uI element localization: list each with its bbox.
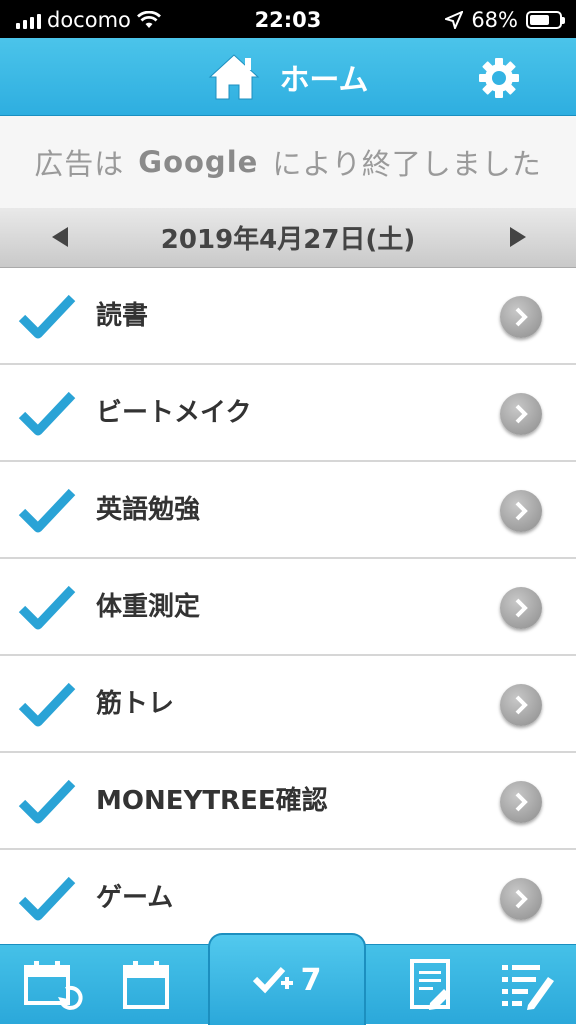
checkmark-icon[interactable] [18, 389, 76, 437]
task-row[interactable]: 体重測定 [0, 559, 576, 656]
task-label: ビートメイク [96, 398, 252, 428]
detail-button[interactable] [500, 878, 542, 920]
task-row[interactable]: 筋トレ [0, 656, 576, 753]
detail-button[interactable] [500, 393, 542, 435]
date-bar: 2019年4月27日(土) [0, 208, 576, 268]
battery-icon [526, 11, 565, 29]
document-edit-icon[interactable] [408, 959, 454, 1011]
chevron-right-icon [515, 404, 528, 424]
task-row[interactable]: MONEYTREE確認 [0, 753, 576, 850]
calendar-repeat-icon[interactable] [22, 959, 86, 1011]
task-row[interactable]: 読書 [0, 268, 576, 365]
task-label: 英語勉強 [96, 495, 201, 525]
task-list: 読書 ビートメイク 英語勉強 体重測定 筋トレ MONEYTREE確認 ゲーム [0, 268, 576, 947]
tab-bar: 7 [0, 933, 576, 1025]
status-bar: docomo 22:03 68% [0, 0, 576, 38]
previous-day-button[interactable] [52, 227, 68, 247]
chevron-right-icon [515, 695, 528, 715]
google-logo: Google [138, 145, 259, 179]
chevron-right-icon [515, 598, 528, 618]
detail-button[interactable] [500, 296, 542, 338]
checkmark-icon[interactable] [18, 583, 76, 631]
ad-suffix: により終了しました [272, 147, 542, 181]
task-label: MONEYTREE確認 [96, 786, 328, 816]
chevron-right-icon [515, 889, 528, 909]
chevron-right-icon [515, 307, 528, 327]
nav-bar: ホーム [0, 38, 576, 116]
checkmark-icon[interactable] [18, 777, 76, 825]
page-title: ホーム [279, 63, 369, 98]
task-row[interactable]: ビートメイク [0, 365, 576, 462]
date-label: 2019年4月27日(土) [160, 225, 416, 255]
checkmark-icon[interactable] [18, 292, 76, 340]
chevron-right-icon [515, 792, 528, 812]
home-icon [209, 54, 260, 100]
detail-button[interactable] [500, 684, 542, 726]
detail-button[interactable] [500, 490, 542, 532]
location-arrow-icon [445, 11, 464, 29]
battery-percent: 68% [471, 8, 518, 32]
gear-icon[interactable] [478, 57, 520, 99]
chevron-right-icon [515, 501, 528, 521]
calendar-icon[interactable] [122, 959, 170, 1011]
task-label: 筋トレ [96, 689, 175, 719]
status-right: 68% [445, 8, 565, 32]
task-row[interactable]: 英語勉強 [0, 462, 576, 559]
ad-prefix: 広告は [34, 147, 125, 181]
next-day-button[interactable] [510, 227, 526, 247]
checkmark-icon[interactable] [18, 874, 76, 922]
detail-button[interactable] [500, 587, 542, 629]
task-label: ゲーム [96, 883, 174, 913]
detail-button[interactable] [500, 781, 542, 823]
checkmark-icon[interactable] [18, 680, 76, 728]
done-count: 7 [300, 962, 322, 998]
task-label: 読書 [96, 301, 149, 331]
checkmark-icon[interactable] [18, 486, 76, 534]
check-plus-icon [252, 966, 293, 994]
tab-done-tasks[interactable]: 7 [208, 933, 366, 1025]
ad-banner: 広告は Google により終了しました [0, 116, 576, 208]
list-edit-icon[interactable] [500, 959, 556, 1011]
task-label: 体重測定 [96, 592, 201, 622]
